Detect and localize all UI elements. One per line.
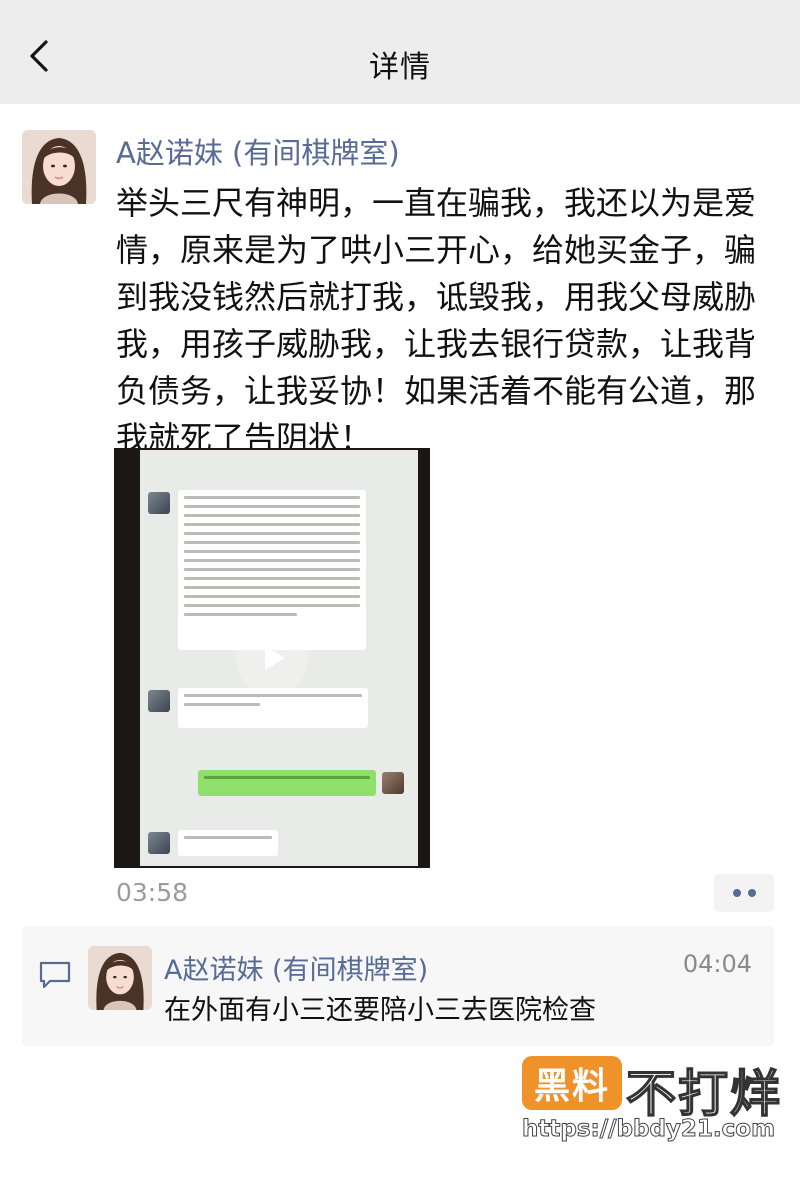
- post-author-name[interactable]: A赵诺妹 (有间棋牌室): [116, 130, 400, 172]
- chat-bubble: [198, 770, 376, 796]
- comment-bubble-icon: [39, 961, 71, 989]
- chat-avatar: [148, 690, 170, 712]
- comment-timestamp: 04:04: [682, 950, 752, 978]
- play-button[interactable]: [236, 622, 308, 694]
- comment-author[interactable]: A赵诺妹 (有间棋牌室): [164, 948, 428, 987]
- watermark: 黑料 不打烊 https://bbdy21.com: [521, 1056, 784, 1156]
- chat-avatar: [148, 492, 170, 514]
- post-video-thumbnail[interactable]: [114, 448, 430, 868]
- post-timestamp: 03:58: [116, 878, 189, 907]
- top-nav-bar: 详情: [0, 0, 800, 104]
- post-text: 举头三尺有神明，一直在骗我，我还以为是爱情，原来是为了哄小三开心，给她买金子，骗…: [116, 184, 757, 457]
- chat-bubble: [178, 830, 278, 856]
- chat-bubble: [178, 688, 368, 728]
- play-icon: [265, 646, 285, 670]
- watermark-url: https://bbdy21.com: [521, 1116, 776, 1143]
- commenter-avatar[interactable]: [88, 946, 152, 1010]
- watermark-logo: 黑料: [522, 1056, 622, 1110]
- more-actions-button[interactable]: [714, 874, 774, 912]
- chat-avatar: [148, 832, 170, 854]
- author-avatar[interactable]: [22, 130, 96, 204]
- comment-section: A赵诺妹 (有间棋牌室) 04:04 在外面有小三还要陪小三去医院检查: [22, 926, 774, 1046]
- more-dots-icon: [732, 889, 741, 897]
- comment-text[interactable]: 在外面有小三还要陪小三去医院检查: [164, 988, 596, 1027]
- page-title: 详情: [369, 50, 431, 85]
- chat-avatar: [382, 772, 404, 794]
